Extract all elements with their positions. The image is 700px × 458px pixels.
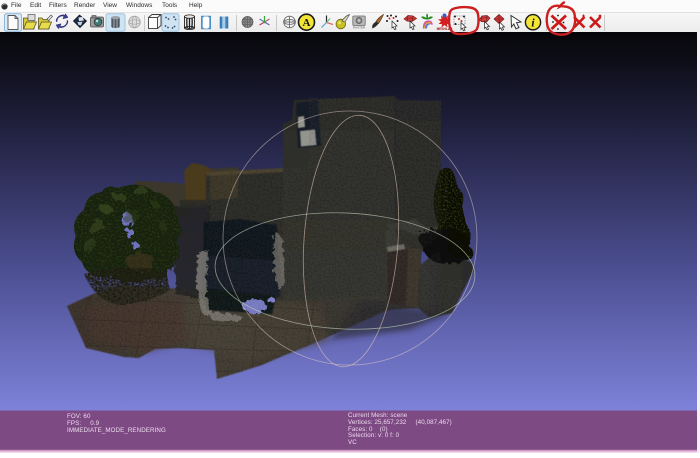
- svg-text:MESHLAB: MESHLAB: [437, 27, 453, 31]
- svg-text:RASTER: RASTER: [353, 26, 366, 30]
- svg-text:A: A: [303, 17, 311, 29]
